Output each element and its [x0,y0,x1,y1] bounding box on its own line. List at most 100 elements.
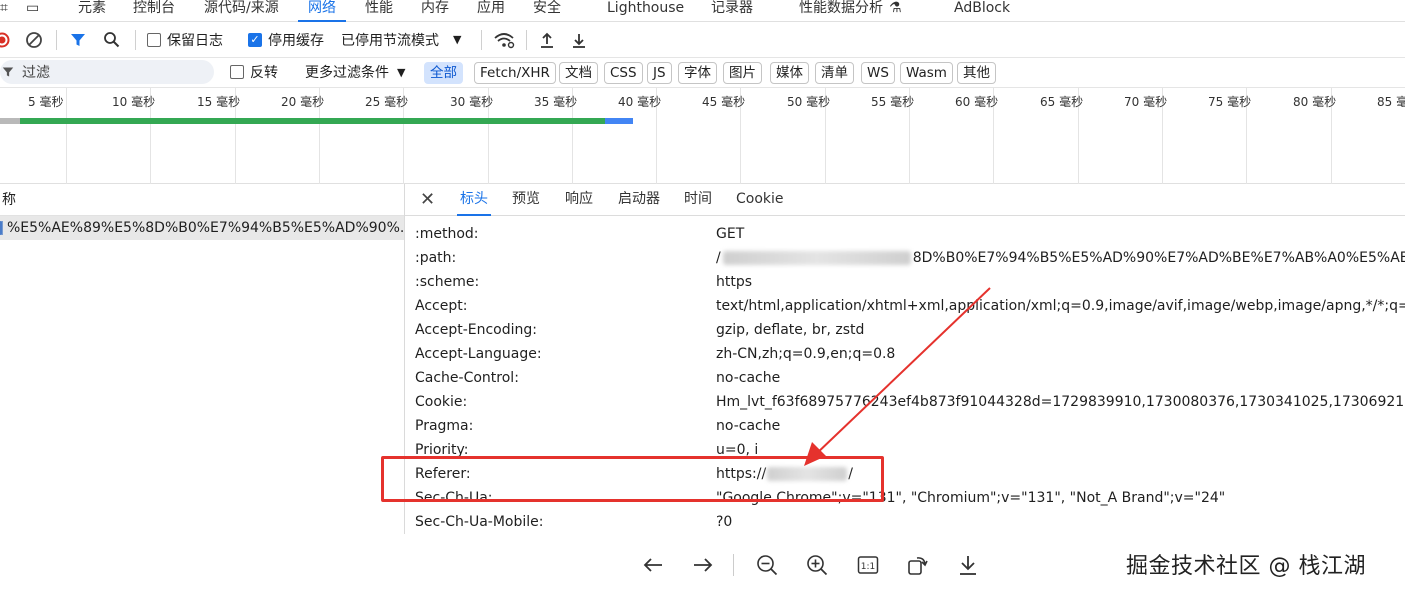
device-toolbar-icon[interactable]: ▭ [26,0,39,22]
header-value[interactable]: gzip, deflate, br, zstd [716,322,864,338]
type-filter-ws[interactable]: WS [861,62,895,84]
tab-adblock[interactable]: AdBlock [954,0,1010,22]
tab-elements[interactable]: 元素 [78,0,106,22]
tab-cookies[interactable]: Cookie [736,184,784,216]
export-har-icon[interactable] [570,22,588,58]
tab-response[interactable]: 响应 [565,184,593,216]
zoom-out-icon[interactable] [754,552,780,578]
tab-lighthouse[interactable]: Lighthouse [607,0,684,22]
type-filter-font[interactable]: 字体 [678,62,717,84]
timeline-bar-download [605,118,633,124]
tab-timing[interactable]: 时间 [684,184,712,216]
timeline-bar-waiting [20,118,605,124]
tab-initiator[interactable]: 启动器 [618,184,660,216]
header-row: :method: GET [405,226,1405,250]
tab-console[interactable]: 控制台 [133,0,175,22]
timeline-tick-label: 15 毫秒 [197,95,241,109]
download-icon[interactable] [955,552,981,578]
header-row: :path: / 8D%B0%E7%94%B5%E5%AD%90%E7%AD%BE… [405,250,1405,274]
value-prefix: / [716,250,721,266]
import-har-icon[interactable] [538,22,556,58]
flask-icon: ⚗ [889,0,902,16]
more-filters-dropdown[interactable]: 更多过滤条件 ▼ [305,58,405,86]
clear-icon[interactable] [25,22,43,58]
type-filter-manifest[interactable]: 清单 [815,62,854,84]
header-value[interactable]: text/html,application/xhtml+xml,applicat… [716,298,1405,314]
tab-sources[interactable]: 源代码/来源 [204,0,279,22]
throttle-label: 已停用节流模式 [341,32,439,49]
timeline-tick-label: 30 毫秒 [450,95,494,109]
devtools-panel-tabs: ⌗ ▭ 元素 控制台 源代码/来源 网络 性能 内存 应用 安全 Lightho… [0,0,1405,22]
checkbox-box [230,65,244,79]
header-value[interactable]: Hm_lvt_f63f68975776243ef4b873f91044328d=… [716,394,1405,410]
tab-headers[interactable]: 标头 [457,184,491,216]
timeline-tick-label: 70 毫秒 [1124,95,1168,109]
type-filter-media[interactable]: 媒体 [770,62,809,84]
type-filter-fetch-xhr[interactable]: Fetch/XHR [474,62,556,84]
close-icon[interactable]: ✕ [420,184,435,216]
timeline-gridline [66,88,67,184]
header-name: Accept: [415,298,468,314]
rotate-icon[interactable] [904,552,930,578]
tab-network[interactable]: 网络 [298,0,346,22]
element-picker-icon[interactable]: ⌗ [0,0,8,22]
timeline-tick-label: 45 毫秒 [702,95,746,109]
tab-application[interactable]: 应用 [477,0,505,22]
header-row: :scheme: https [405,274,1405,298]
tab-preview[interactable]: 预览 [512,184,540,216]
type-filter-img[interactable]: 图片 [723,62,762,84]
timeline-tick-label: 50 毫秒 [787,95,831,109]
watermark: 掘金技术社区 @ 栈江湖 [1126,554,1366,579]
preserve-log-checkbox[interactable]: 保留日志 [147,22,223,58]
value-text: 8D%B0%E7%94%B5%E5%AD%90%E7%AD%BE%E7%AB%A… [912,250,1405,266]
header-value[interactable]: / 8D%B0%E7%94%B5%E5%AD%90%E7%AD%BE%E7%AB%… [716,250,1405,266]
timeline-tick-label: 60 毫秒 [955,95,999,109]
zoom-in-icon[interactable] [804,552,830,578]
redacted-blur [722,251,911,265]
header-name: Sec-Ch-Ua-Mobile: [415,514,544,530]
header-value[interactable]: no-cache [716,370,780,386]
tab-performance[interactable]: 性能 [365,0,393,22]
header-name: :scheme: [415,274,480,290]
header-value[interactable]: zh-CN,zh;q=0.9,en;q=0.8 [716,346,895,362]
type-filter-all[interactable]: 全部 [424,62,463,84]
request-detail-tabs: ✕ 标头 预览 响应 启动器 时间 Cookie [405,184,1405,216]
header-value[interactable]: https [716,274,752,290]
table-row[interactable]: %E5%AE%89%E5%8D%B0%E7%94%B5%E5%AD%90%... [0,216,404,240]
header-value[interactable]: no-cache [716,418,780,434]
tab-performance-insights[interactable]: 性能数据分析 [799,0,883,22]
timeline-overview[interactable]: 5 毫秒 10 毫秒 15 毫秒 20 毫秒 25 毫秒 30 毫秒 35 毫秒 40 毫秒 4… [0,88,1405,184]
type-filter-js[interactable]: JS [647,62,672,84]
annotation-highlight-box [381,456,884,502]
timeline-tick-label: 20 毫秒 [281,95,325,109]
filter-bar: 过滤 反转 更多过滤条件 ▼ 全部 Fetch/XHR 文档 CSS JS 字体… [0,58,1405,88]
tab-recorder[interactable]: 记录器 [711,0,753,22]
toolbar-divider [56,30,57,50]
tab-security[interactable]: 安全 [533,0,561,22]
header-value[interactable]: GET [716,226,744,242]
invert-checkbox[interactable]: 反转 [230,58,278,86]
header-value[interactable]: ?0 [716,514,732,530]
type-filter-wasm[interactable]: Wasm [900,62,953,84]
search-icon[interactable] [103,22,120,58]
arrow-left-icon[interactable] [640,552,666,578]
type-filter-doc[interactable]: 文档 [559,62,598,84]
column-header-name[interactable]: 称 [0,184,404,216]
network-conditions-icon[interactable] [493,22,515,58]
filter-funnel-icon[interactable] [70,22,86,58]
actual-size-icon[interactable]: 1:1 [855,552,881,578]
type-filter-css[interactable]: CSS [604,62,643,84]
toolbar-divider [526,30,527,50]
disable-cache-checkbox[interactable]: ✓ 停用缓存 [248,22,324,58]
header-row: Accept-Language: zh-CN,zh;q=0.9,en;q=0.8 [405,346,1405,370]
header-row: Accept-Encoding: gzip, deflate, br, zstd [405,322,1405,346]
throttle-select[interactable]: 已停用节流模式 ▼ [341,22,461,58]
invert-label: 反转 [250,65,278,81]
record-icon[interactable] [0,22,10,58]
arrow-right-icon[interactable] [690,552,716,578]
header-name: Cache-Control: [415,370,519,386]
header-row: Accept: text/html,application/xhtml+xml,… [405,298,1405,322]
tab-memory[interactable]: 内存 [421,0,449,22]
filter-input[interactable]: 过滤 [0,60,214,84]
type-filter-other[interactable]: 其他 [957,62,996,84]
